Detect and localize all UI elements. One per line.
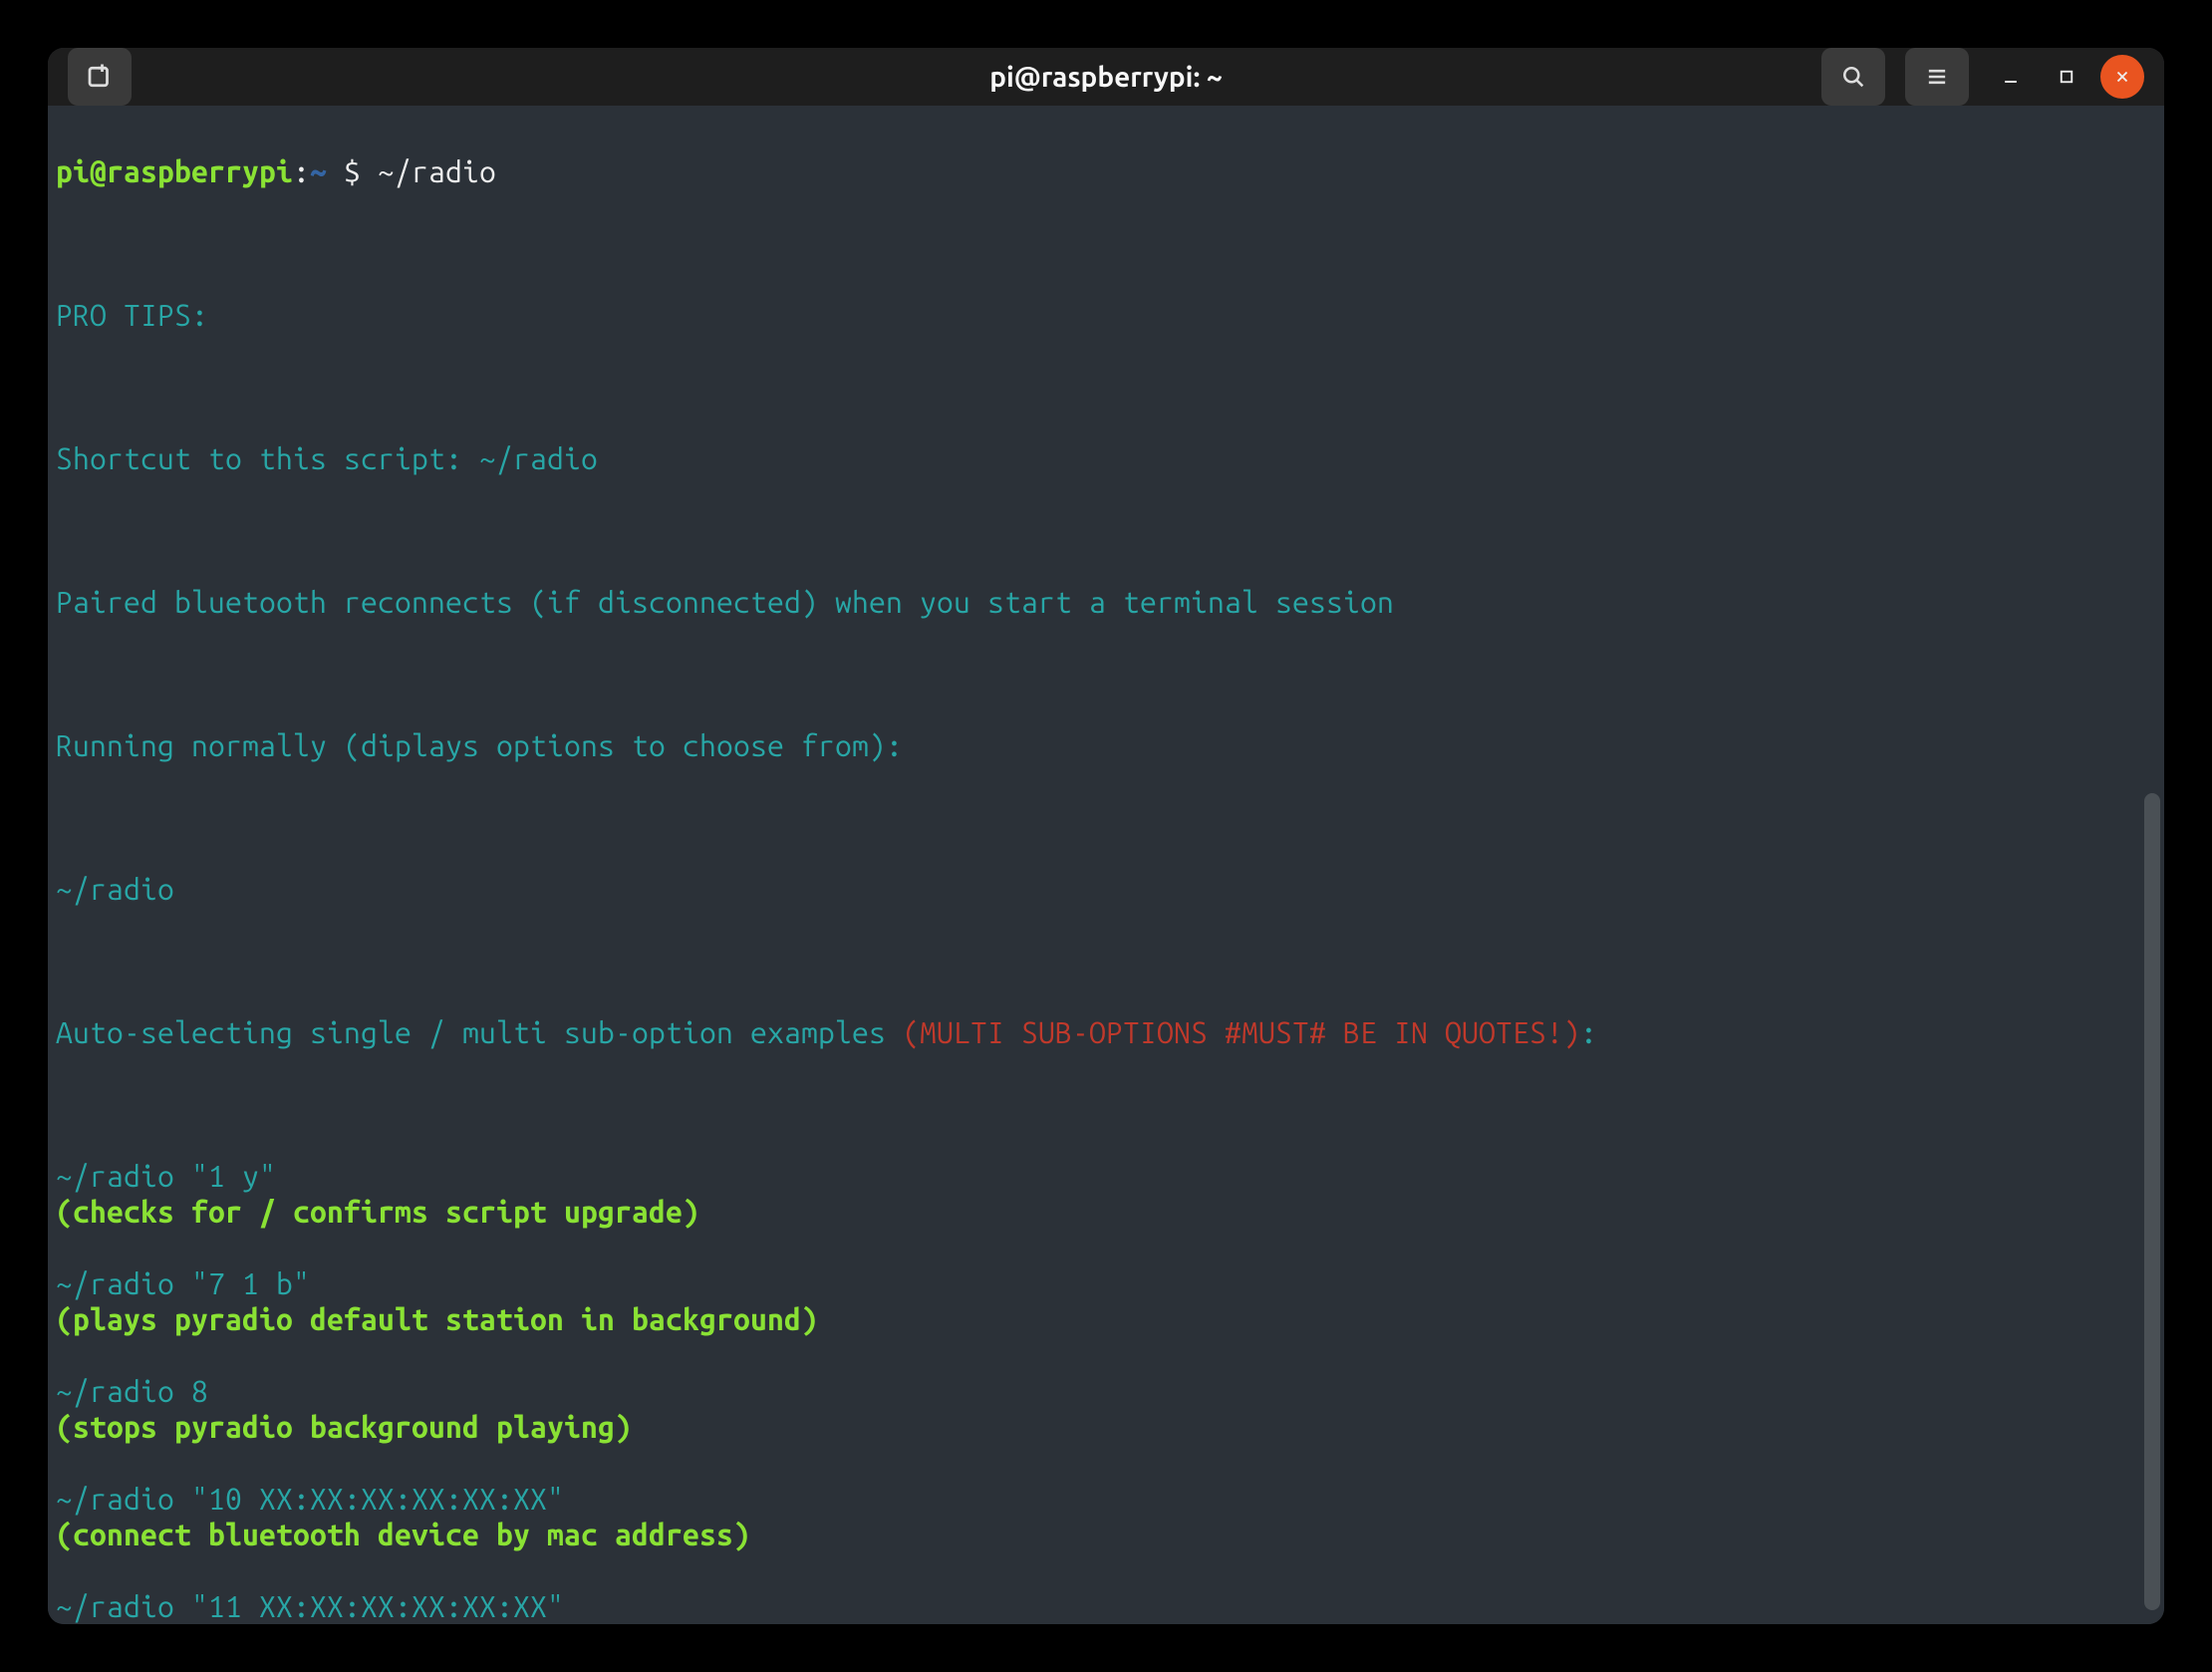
example-desc: (checks for / confirms script upgrade) [56,1194,2156,1230]
run-normal-line: Running normally (diplays options to cho… [56,727,2156,763]
minimize-button[interactable] [1989,55,2033,99]
prompt-command: ~/radio [378,154,496,188]
terminal-window: pi@raspberrypi: ~ [48,48,2164,1624]
example-cmd: ~/radio "10 XX:XX:XX:XX:XX:XX" [56,1481,2156,1517]
search-button[interactable] [1821,48,1885,106]
example-cmd: ~/radio "1 y" [56,1158,2156,1194]
example-cmd: ~/radio 8 [56,1373,2156,1409]
run-normal-cmd: ~/radio [56,871,2156,907]
shortcut-line: Shortcut to this script: ~/radio [56,440,2156,476]
new-tab-button[interactable] [68,48,132,106]
pro-tips-header: PRO TIPS: [56,297,2156,333]
auto-select-line: Auto-selecting single / multi sub-option… [56,1014,2156,1050]
prompt-user-host: pi@raspberrypi [56,154,293,188]
example-cmd: ~/radio "7 1 b" [56,1265,2156,1301]
example-cmd: ~/radio "11 XX:XX:XX:XX:XX:XX" [56,1588,2156,1624]
example-desc: (plays pyradio default station in backgr… [56,1301,2156,1337]
bt-reconnect-line: Paired bluetooth reconnects (if disconne… [56,584,2156,620]
maximize-button[interactable] [2045,55,2088,99]
prompt-line: pi@raspberrypi:~ $ ~/radio [56,153,2156,189]
prompt-path: ~ [310,154,327,188]
examples-block: ~/radio "1 y"(checks for / confirms scri… [56,1158,2156,1624]
example-desc: (stops pyradio background playing) [56,1409,2156,1445]
titlebar: pi@raspberrypi: ~ [48,48,2164,106]
prompt-sigil: $ [344,154,361,188]
hamburger-menu-button[interactable] [1905,48,1969,106]
example-desc: (connect bluetooth device by mac address… [56,1517,2156,1552]
terminal-viewport[interactable]: pi@raspberrypi:~ $ ~/radio PRO TIPS: Sho… [48,106,2164,1624]
close-button[interactable] [2100,55,2144,99]
scrollbar-thumb[interactable] [2144,793,2160,1610]
